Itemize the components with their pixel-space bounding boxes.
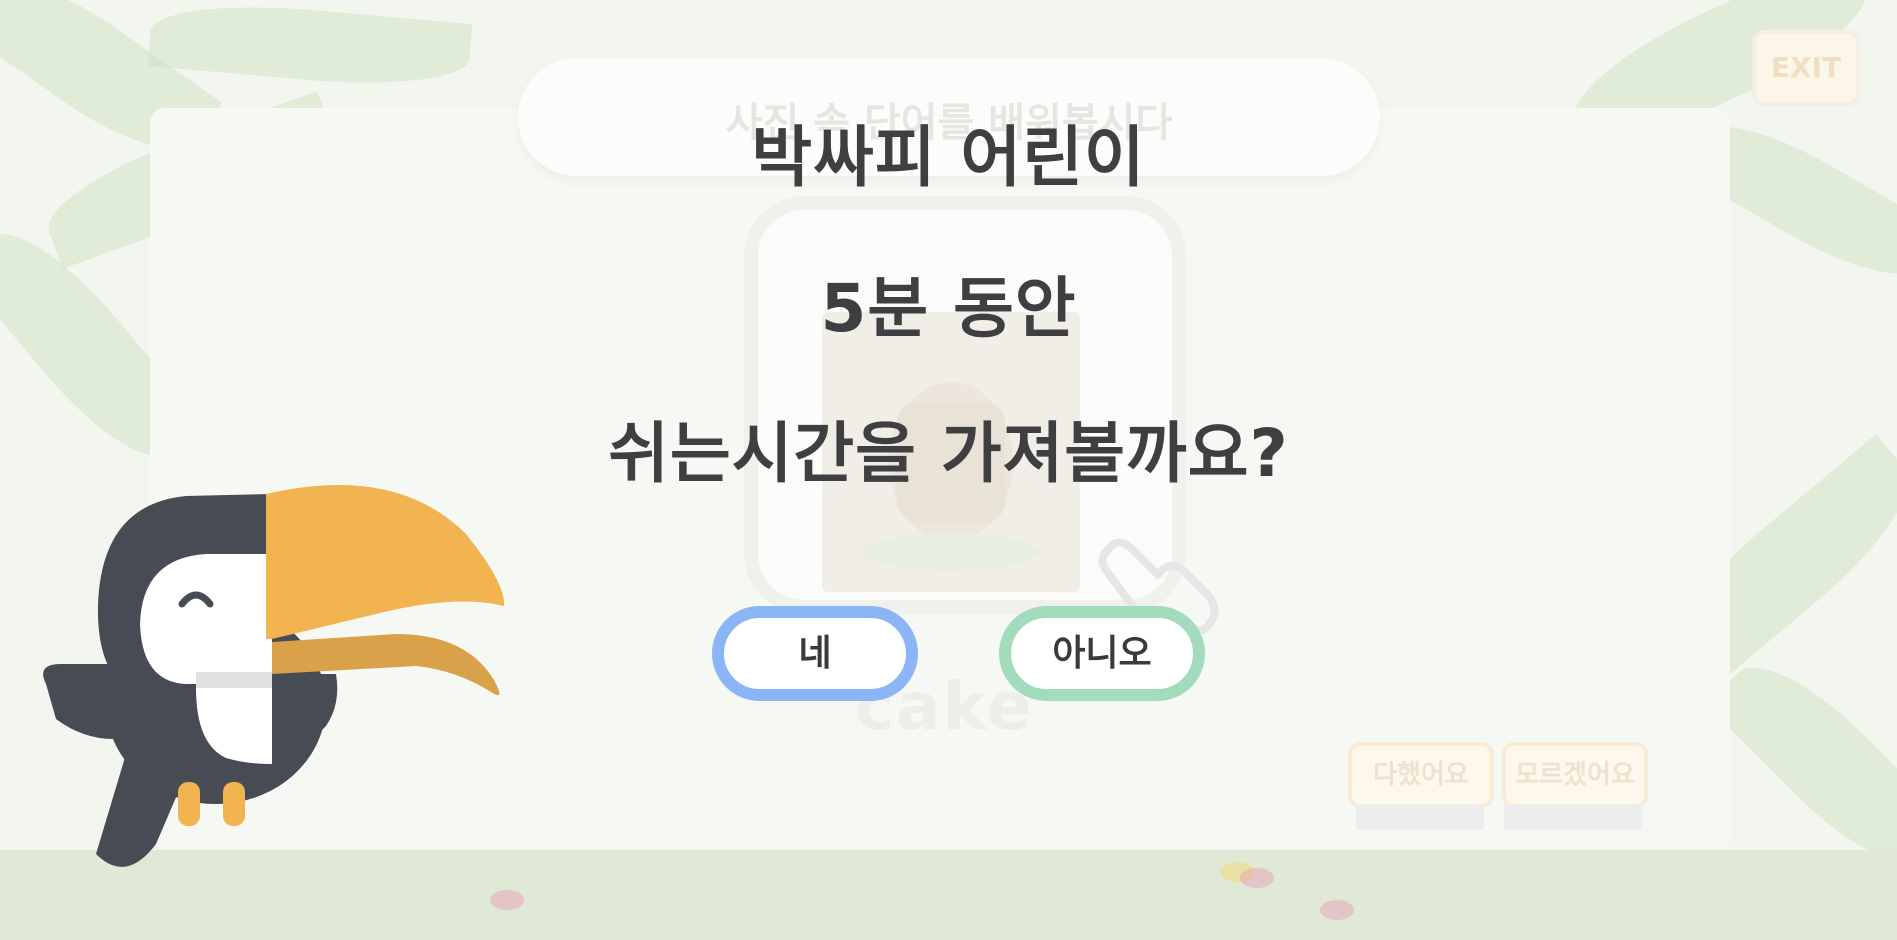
leaf-decoration <box>147 0 473 94</box>
no-button[interactable]: 아니오 <box>999 606 1205 701</box>
flower-decoration <box>1240 868 1274 888</box>
exit-button[interactable]: EXIT <box>1752 30 1860 106</box>
toucan-mascot-icon <box>43 485 505 867</box>
dialog-greeting: 박싸피 어린이 <box>751 119 1146 196</box>
dont-know-button-base <box>1504 804 1642 830</box>
dont-know-button[interactable]: 모르겠어요 <box>1502 742 1648 808</box>
flower-decoration <box>1320 900 1354 920</box>
done-button-base <box>1356 804 1484 830</box>
yes-button[interactable]: 네 <box>712 606 918 701</box>
dialog-duration: 5분 동안 <box>820 270 1077 347</box>
done-button[interactable]: 다했어요 <box>1348 742 1494 808</box>
